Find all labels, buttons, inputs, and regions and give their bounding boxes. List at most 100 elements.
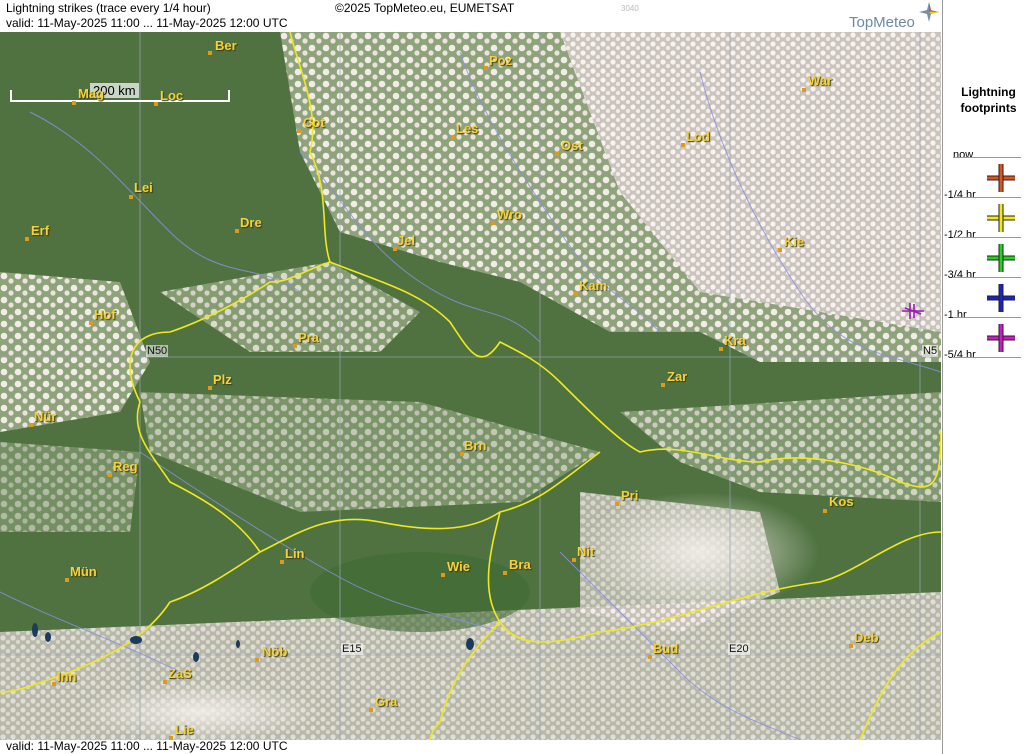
city-dot bbox=[108, 473, 112, 477]
city-dot bbox=[823, 509, 827, 513]
city-label: Reg bbox=[113, 459, 138, 474]
city-dot bbox=[661, 383, 665, 387]
city-label: Erf bbox=[31, 223, 50, 238]
grid-label-n50-right: N5 bbox=[922, 345, 939, 357]
legend-divider bbox=[953, 157, 1021, 158]
city-label: Kra bbox=[724, 333, 746, 348]
city-dot bbox=[681, 143, 685, 147]
city-dot bbox=[29, 423, 33, 427]
satellite-map[interactable]: 200 km N50 N5 E15 E20 Ber Poz War Mag Lo… bbox=[0, 32, 941, 740]
grid-label-e15: E15 bbox=[341, 643, 363, 655]
city-label: Kie bbox=[784, 234, 805, 249]
city-label: Bra bbox=[509, 557, 531, 572]
city-label: Lin bbox=[285, 546, 305, 561]
city-label: Pri bbox=[621, 488, 639, 503]
city-dot bbox=[255, 658, 259, 662]
city-label: Mag bbox=[78, 86, 104, 101]
city-dot bbox=[154, 102, 158, 106]
city-dot bbox=[129, 195, 133, 199]
legend-cross-icons bbox=[987, 164, 1015, 352]
legend-cross-icon bbox=[987, 324, 1015, 352]
city-label: Les bbox=[456, 121, 479, 136]
city-label: Jel bbox=[397, 233, 416, 248]
city-dot bbox=[503, 571, 507, 575]
city-label: Loc bbox=[160, 88, 184, 103]
city-label: Brn bbox=[464, 438, 487, 453]
city-label: War bbox=[808, 73, 833, 88]
legend-cross-icon bbox=[987, 284, 1015, 312]
header-bar: Lightning strikes (trace every 1/4 hour)… bbox=[0, 0, 941, 33]
city-label: Lie bbox=[175, 722, 194, 737]
city-label: ZaS bbox=[168, 666, 192, 681]
lightning-strike-icon bbox=[902, 303, 924, 319]
city-label: Nür bbox=[34, 409, 57, 424]
city-label: Lei bbox=[134, 180, 153, 195]
city-dot bbox=[163, 680, 167, 684]
legend-title-line1: Lightning bbox=[961, 85, 1016, 99]
city-label: Deb bbox=[854, 630, 879, 645]
copyright: ©2025 TopMeteo.eu, EUMETSAT bbox=[335, 1, 515, 15]
grid-label-e20: E20 bbox=[728, 643, 750, 655]
city-label: Cot bbox=[303, 115, 325, 130]
city-dot bbox=[574, 292, 578, 296]
legend-cross-icon bbox=[987, 204, 1015, 232]
footer-valid-time: valid: 11-May-2025 11:00 ... 11-May-2025… bbox=[6, 739, 288, 753]
city-dot bbox=[849, 644, 853, 648]
city-label: Pra bbox=[298, 330, 319, 345]
map-code: 3040 bbox=[621, 4, 639, 13]
city-label: Lod bbox=[686, 129, 710, 144]
city-dot bbox=[441, 573, 445, 577]
city-label: Wie bbox=[447, 559, 470, 574]
city-label: Inn bbox=[57, 669, 77, 684]
legend-title: Lightning footprints bbox=[943, 84, 1033, 116]
city-label: Plz bbox=[213, 372, 232, 387]
city-label: Zar bbox=[667, 369, 688, 384]
city-label: Kos bbox=[829, 494, 854, 509]
legend-title-line2: footprints bbox=[960, 101, 1017, 115]
satellite-image bbox=[0, 32, 941, 740]
city-label: Ost bbox=[561, 138, 583, 153]
city-label: Mün bbox=[70, 564, 97, 579]
city-dot bbox=[208, 386, 212, 390]
legend-cross-icon bbox=[987, 244, 1015, 272]
city-label: Kam bbox=[579, 278, 608, 293]
legend-label-now: now bbox=[953, 149, 974, 161]
city-label: Nöb bbox=[262, 644, 288, 659]
city-dot bbox=[802, 88, 806, 92]
city-dot bbox=[648, 655, 652, 659]
city-label: Hof bbox=[94, 307, 116, 322]
city-dot bbox=[778, 248, 782, 252]
legend-label-one-hour: -1 hr bbox=[944, 309, 967, 321]
city-dot bbox=[615, 502, 619, 506]
city-label: Ber bbox=[215, 38, 237, 53]
compass-logo-icon bbox=[919, 2, 939, 22]
city-dot bbox=[572, 558, 576, 562]
city-dot bbox=[491, 221, 495, 225]
city-dot bbox=[719, 347, 723, 351]
topmeteo-logo[interactable]: TopMeteo bbox=[849, 14, 915, 31]
city-dot bbox=[484, 66, 488, 70]
city-dot bbox=[52, 682, 56, 686]
valid-time: valid: 11-May-2025 11:00 ... 11-May-2025… bbox=[6, 16, 288, 30]
city-dot bbox=[297, 129, 301, 133]
legend-label-five-quarter: -5/4 hr bbox=[944, 349, 976, 361]
city-dot bbox=[208, 51, 212, 55]
city-dot bbox=[65, 578, 69, 582]
city-dot bbox=[369, 708, 373, 712]
map-title: Lightning strikes (trace every 1/4 hour) bbox=[6, 1, 211, 15]
legend-cross-icon bbox=[987, 164, 1015, 192]
legend-label-three-quarter: -3/4 hr bbox=[944, 269, 976, 281]
city-label: Nit bbox=[577, 544, 595, 559]
city-dot bbox=[451, 136, 455, 140]
city-label: Gra bbox=[375, 694, 398, 709]
city-dot bbox=[280, 560, 284, 564]
legend-label-half: -1/2 hr bbox=[944, 229, 976, 241]
city-label: Dre bbox=[240, 215, 262, 230]
city-dot bbox=[89, 321, 93, 325]
city-dot bbox=[555, 152, 559, 156]
footer-bar: valid: 11-May-2025 11:00 ... 11-May-2025… bbox=[0, 740, 941, 754]
city-dot bbox=[235, 229, 239, 233]
city-dot bbox=[72, 101, 76, 105]
grid-label-n50: N50 bbox=[146, 345, 169, 357]
city-dot bbox=[25, 237, 29, 241]
